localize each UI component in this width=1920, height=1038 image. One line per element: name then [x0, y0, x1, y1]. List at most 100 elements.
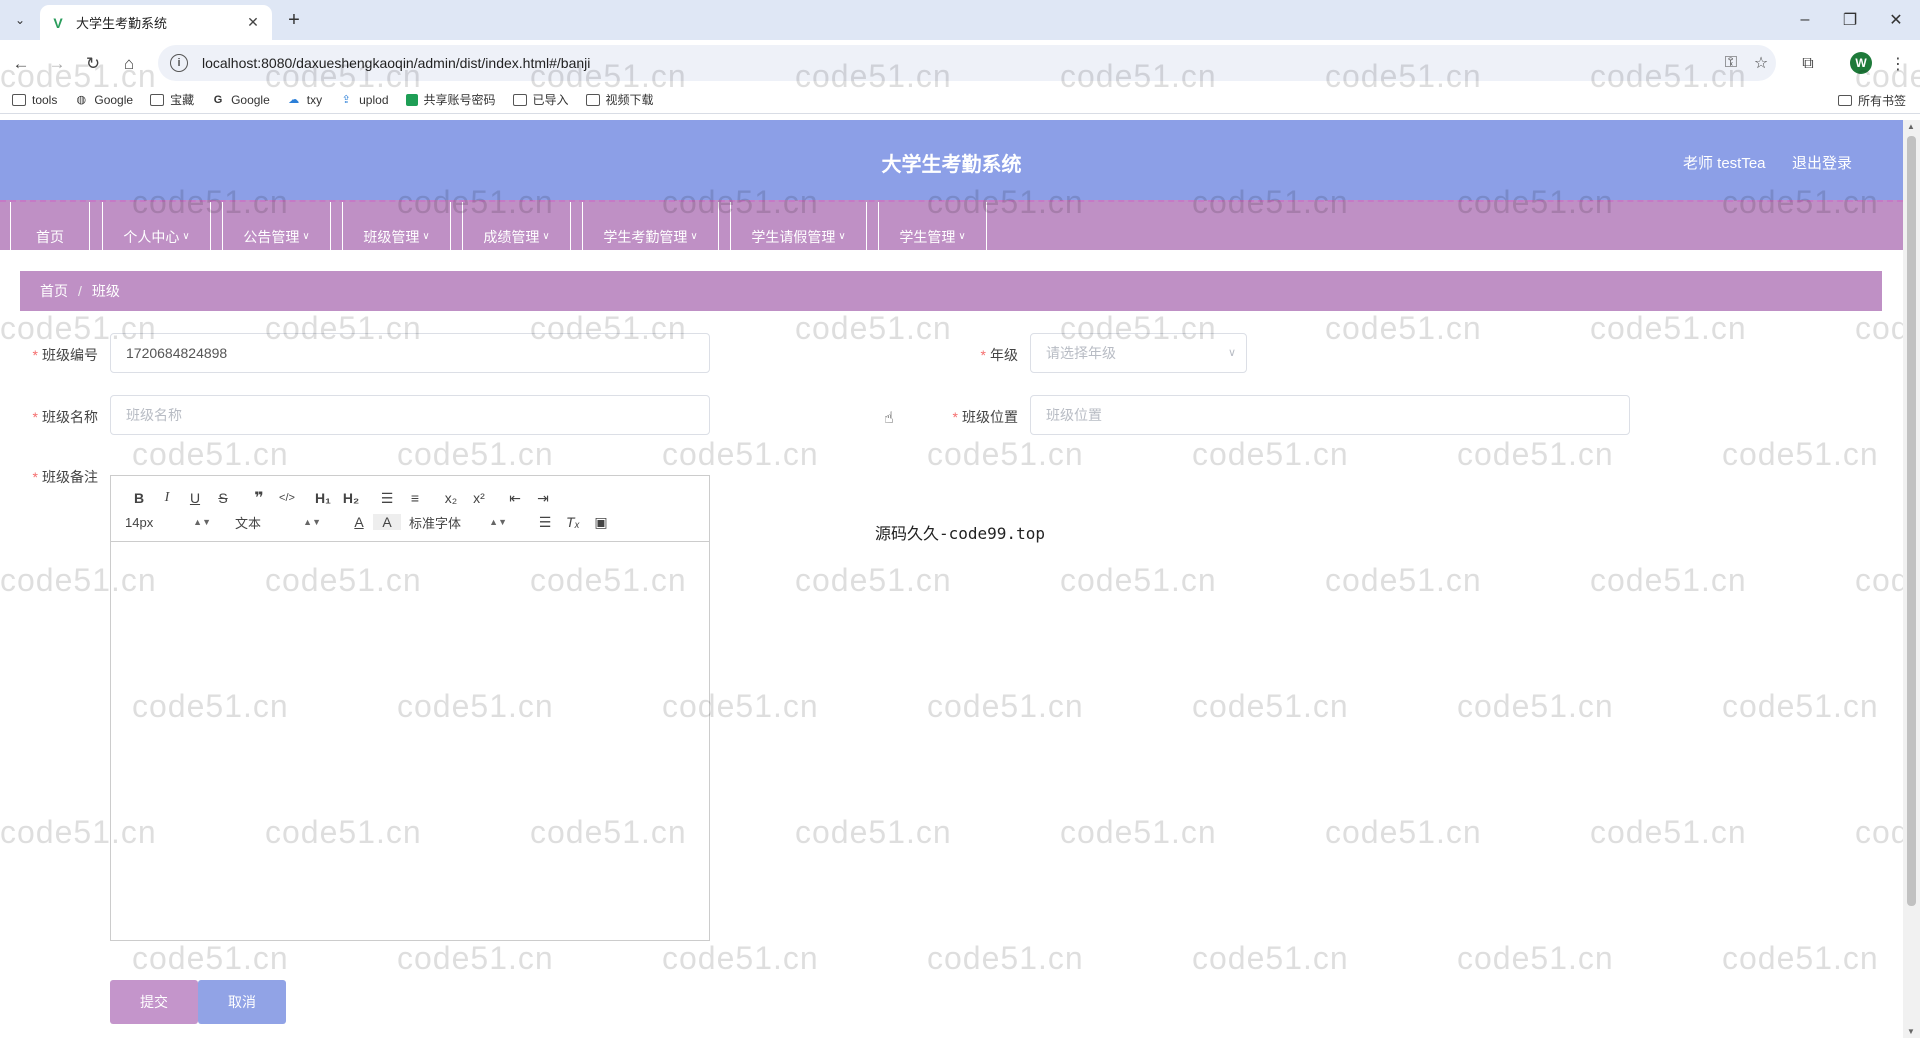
ordered-list-icon[interactable]: ☰ [373, 490, 401, 507]
browser-tab-active[interactable]: V 大学生考勤系统 ✕ [40, 5, 272, 40]
breadcrumb-home[interactable]: 首页 [40, 281, 68, 301]
menu-item-score[interactable]: 成绩管理 ∨ [462, 202, 571, 252]
class-no-input[interactable]: 1720684824898 [110, 333, 710, 373]
restore-icon[interactable]: ❐ [1830, 6, 1870, 34]
app-header: 大学生考勤系统 老师 testTea 退出登录 [0, 120, 1903, 200]
breadcrumb: 首页 / 班级 [20, 271, 1882, 311]
clear-format-icon[interactable]: Tₓ [559, 514, 587, 530]
subscript-icon[interactable]: x₂ [437, 490, 465, 506]
page-viewport: 大学生考勤系统 老师 testTea 退出登录 首页 个人中心 ∨ 公告管理 ∨ 班… [0, 120, 1903, 1038]
bookmark-item[interactable]: G Google [211, 93, 270, 107]
code-block-icon[interactable]: </> [273, 492, 301, 504]
menu-item-class[interactable]: 班级管理 ∨ [342, 202, 451, 252]
menu-item-student[interactable]: 学生管理 ∨ [878, 202, 987, 252]
strikethrough-icon[interactable]: S [209, 490, 237, 506]
chevron-down-icon: ∨ [690, 231, 698, 242]
bookmark-star-icon[interactable]: ☆ [1746, 53, 1776, 73]
heading-2-icon[interactable]: H₂ [337, 490, 365, 506]
current-user: 老师 testTea [1683, 155, 1766, 172]
font-size-select[interactable]: 14px ▲▼ [125, 515, 211, 530]
menu-item-home[interactable]: 首页 [10, 202, 90, 252]
breadcrumb-separator: / [78, 283, 82, 299]
folder-icon [12, 93, 26, 106]
chevron-down-icon: ∨ [182, 231, 190, 242]
class-location-input[interactable]: 班级位置 [1030, 395, 1630, 435]
bookmark-item[interactable]: 已导入 [512, 91, 569, 108]
browser-tabstrip: ⌄ V 大学生考勤系统 ✕ + – ❐ ✕ [0, 0, 1920, 40]
minimize-icon[interactable]: – [1785, 6, 1825, 34]
text-type-select[interactable]: 文本 ▲▼ [235, 513, 321, 532]
font-color-icon[interactable]: A [345, 514, 373, 530]
bookmark-item[interactable]: 宝藏 [150, 91, 194, 108]
class-name-input[interactable]: 班级名称 [110, 395, 710, 435]
password-key-icon[interactable]: ⚿ [1716, 54, 1746, 72]
reload-icon[interactable]: ↻ [80, 51, 106, 77]
superscript-icon[interactable]: x² [465, 490, 493, 506]
new-tab-button[interactable]: + [282, 8, 306, 32]
editor-toolbar: B I U S ❞ </> H₁ H₂ ☰ ≡ x₂ x² ⇤ ⇥ 14px ▲… [111, 476, 709, 542]
cancel-button[interactable]: 取消 [198, 980, 286, 1024]
bookmark-item[interactable]: ◍ Google [74, 93, 134, 107]
bookmark-item[interactable]: ⇪ uplod [339, 93, 389, 107]
menu-item-personal[interactable]: 个人中心 ∨ [102, 202, 211, 252]
align-icon[interactable]: ☰ [531, 514, 559, 531]
grade-label: * 年级 [980, 347, 1018, 363]
heading-1-icon[interactable]: H₁ [309, 490, 337, 506]
extensions-icon[interactable]: ⧉ [1795, 51, 1821, 77]
indent-icon[interactable]: ⇥ [529, 490, 557, 507]
updown-arrow-icon: ▲▼ [489, 517, 507, 527]
menu-item-leave[interactable]: 学生请假管理 ∨ [730, 202, 867, 252]
browser-toolbar: ← → ↻ ⌂ i localhost:8080/daxueshengkaoqi… [0, 40, 1920, 86]
logout-button[interactable]: 退出登录 [1792, 152, 1852, 173]
menu-item-attendance[interactable]: 学生考勤管理 ∨ [582, 202, 719, 252]
scroll-up-icon[interactable]: ▲ [1907, 122, 1915, 131]
home-icon[interactable]: ⌂ [116, 51, 142, 77]
background-color-icon[interactable]: A [373, 514, 401, 530]
cloud-icon: ☁ [288, 94, 300, 106]
bookmark-item[interactable]: 共享账号密码 [405, 91, 496, 108]
tab-search-chevron-icon[interactable]: ⌄ [8, 8, 32, 32]
address-bar[interactable]: i localhost:8080/daxueshengkaoqin/admin/… [158, 45, 1776, 81]
chevron-down-icon: ∨ [542, 231, 550, 242]
folder-icon [150, 93, 165, 106]
scroll-thumb[interactable] [1907, 136, 1916, 906]
bookmark-item[interactable]: 视频下载 [585, 91, 654, 108]
italic-icon[interactable]: I [153, 490, 181, 506]
insert-image-icon[interactable]: ▣ [587, 514, 615, 531]
editor-content-area[interactable] [111, 542, 709, 940]
class-location-label: * 班级位置 [952, 409, 1018, 425]
font-family-select[interactable]: 标准字体 ▲▼ [409, 513, 507, 532]
page-scrollbar[interactable]: ▲ ▼ [1903, 120, 1920, 1038]
submit-button[interactable]: 提交 [110, 980, 198, 1024]
vue-favicon-icon: V [53, 14, 63, 31]
app-title: 大学生考勤系统 [881, 154, 1022, 176]
window-close-icon[interactable]: ✕ [1876, 6, 1916, 34]
profile-avatar[interactable]: W [1850, 52, 1872, 74]
scroll-down-icon[interactable]: ▼ [1907, 1027, 1915, 1036]
chevron-down-icon: ∨ [302, 231, 310, 242]
tab-close-icon[interactable]: ✕ [244, 14, 262, 31]
all-bookmarks[interactable]: 所有书签 [1837, 92, 1906, 109]
url-text[interactable]: localhost:8080/daxueshengkaoqin/admin/di… [202, 55, 1716, 71]
folder-icon [1837, 95, 1852, 106]
class-no-label: * 班级编号 [32, 347, 98, 363]
site-info-icon[interactable]: i [170, 54, 188, 72]
class-remark-label: * 班级备注 [32, 469, 98, 485]
menu-item-notice[interactable]: 公告管理 ∨ [222, 202, 331, 252]
back-icon[interactable]: ← [8, 51, 34, 77]
grade-select[interactable]: 请选择年级 ∨ [1030, 333, 1247, 373]
forward-icon[interactable]: → [44, 51, 70, 77]
blockquote-icon[interactable]: ❞ [245, 488, 273, 508]
overlay-source-text: 源码久久-code99.top [875, 524, 1045, 543]
sheet-icon [405, 93, 418, 106]
remark-rich-editor: B I U S ❞ </> H₁ H₂ ☰ ≡ x₂ x² ⇤ ⇥ 14px ▲… [110, 475, 710, 941]
breadcrumb-current: 班级 [91, 283, 120, 299]
browser-menu-icon[interactable]: ⋮ [1885, 51, 1911, 77]
bookmark-item[interactable]: ☁ txy [287, 93, 322, 107]
bookmark-item[interactable]: tools [12, 93, 57, 107]
outdent-icon[interactable]: ⇤ [501, 490, 529, 507]
underline-icon[interactable]: U [181, 490, 209, 506]
chevron-down-icon: ∨ [422, 231, 430, 242]
bold-icon[interactable]: B [125, 490, 153, 506]
bullet-list-icon[interactable]: ≡ [401, 490, 429, 506]
